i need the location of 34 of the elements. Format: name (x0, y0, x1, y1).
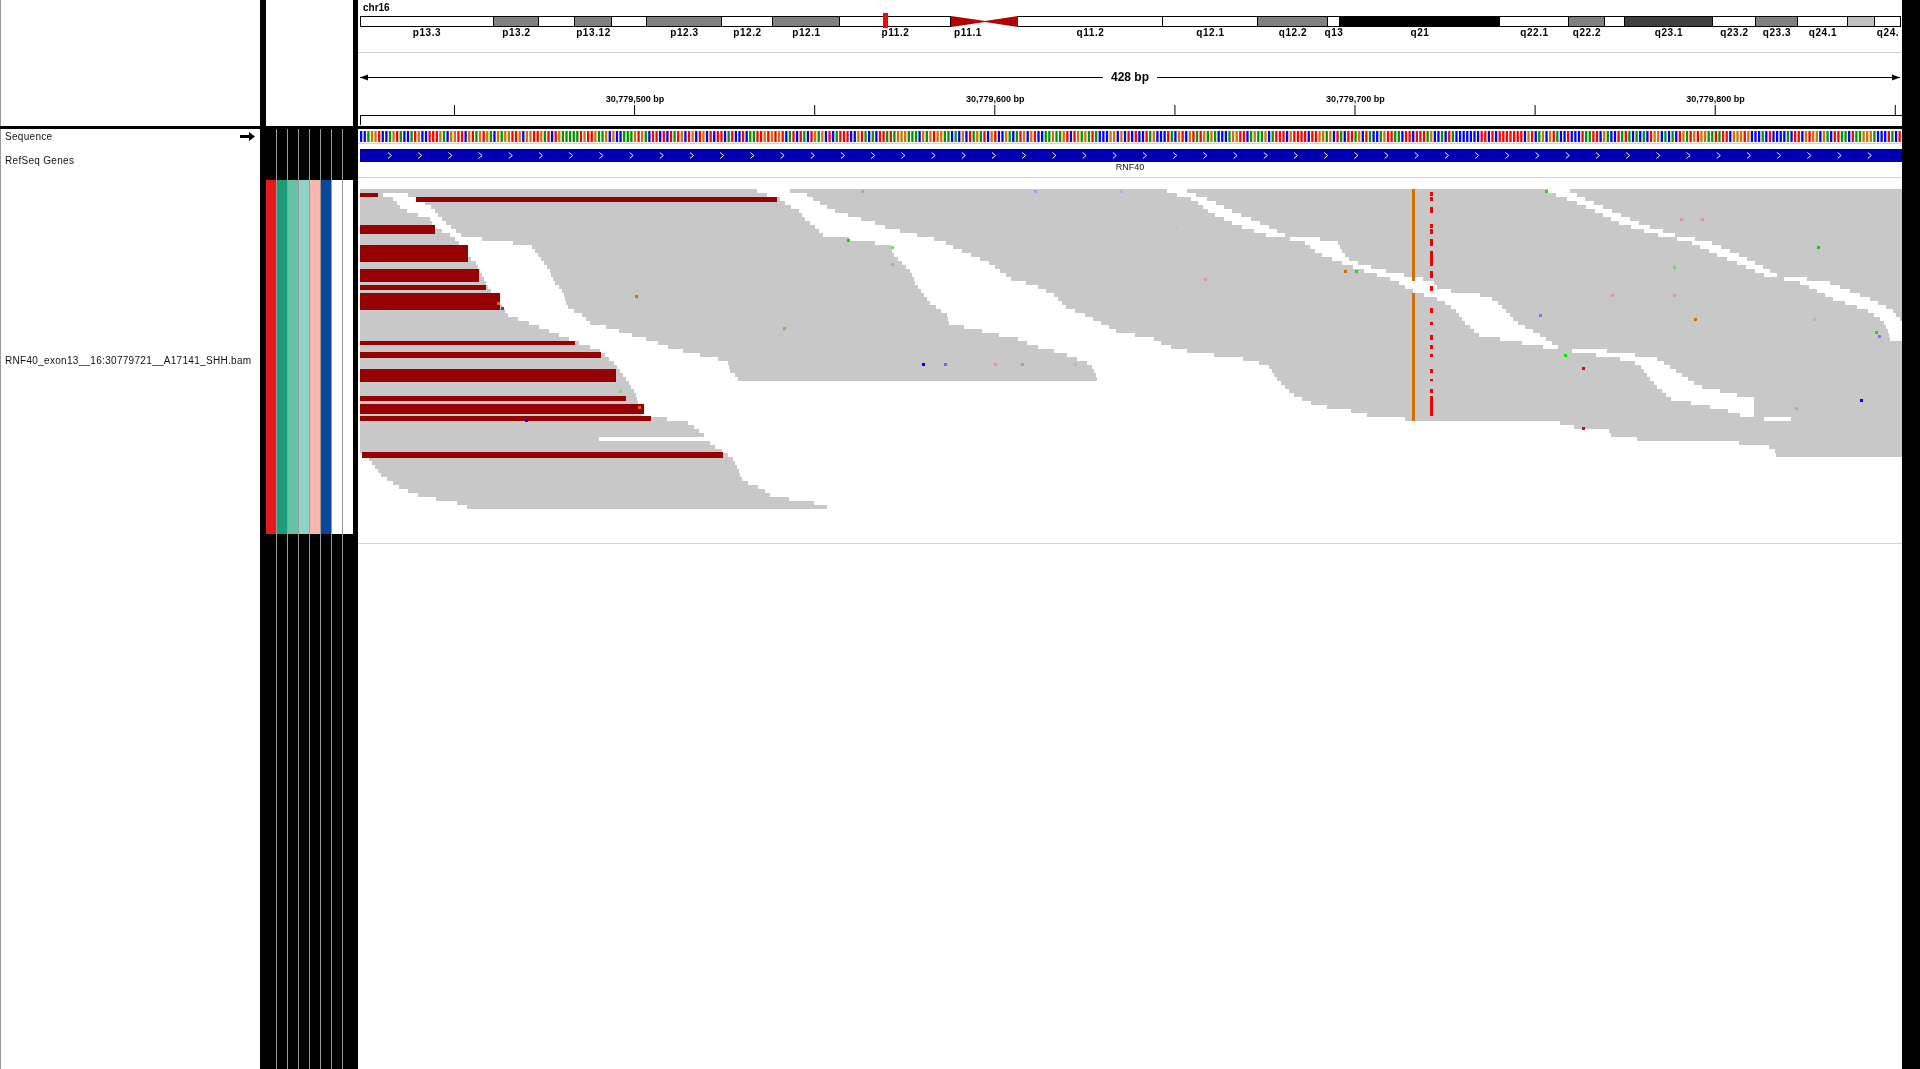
track-name[interactable]: RefSeq Genes (5, 155, 75, 167)
gene-feature-bar[interactable] (360, 149, 1902, 162)
ruler-tick-label: 30,779,700 bp (1326, 93, 1385, 105)
band-label: p13.2 (502, 28, 531, 38)
span-arrow-icon (360, 72, 1103, 82)
strand-arrow-icon[interactable] (240, 132, 255, 141)
ruler-tick-label: 30,779,800 bp (1686, 93, 1745, 105)
band-label: p11.1 (954, 28, 982, 38)
ruler-tick-label: 30,779,500 bp (605, 93, 665, 105)
band-label: q21 (1410, 28, 1430, 38)
track-name[interactable]: RNF40_exon13__16:30779721__A17141_SHH.bam (5, 355, 252, 367)
band-label: q23.1 (1654, 28, 1684, 38)
span-arrow-icon (1157, 72, 1900, 82)
band-label: q23.2 (1720, 28, 1749, 38)
band-label: p13.12 (576, 28, 611, 38)
ruler-tick-label: 30,779,600 bp (965, 93, 1025, 105)
band-label: q24.1 (1808, 28, 1838, 38)
band-label: q22.2 (1572, 28, 1602, 38)
band-label: q22.1 (1520, 28, 1549, 38)
band-label: p12.1 (792, 28, 821, 38)
span-length-label: 428 bp (1110, 70, 1150, 84)
band-label: p13.3 (412, 28, 442, 38)
band-label: q11.2 (1076, 28, 1105, 38)
band-label: p12.3 (670, 28, 699, 38)
chromosome-name: chr16 (363, 2, 390, 14)
band-label: q12.1 (1196, 28, 1225, 38)
band-label: q23.3 (1762, 28, 1792, 38)
band-label: p11.2 (881, 28, 910, 38)
band-label: q12.2 (1278, 28, 1308, 38)
band-label: q24. (1876, 28, 1900, 38)
track-name[interactable]: Sequence (5, 130, 53, 143)
gene-label: RNF40 (1115, 162, 1145, 172)
band-label: q13 (1324, 28, 1344, 38)
band-label: p12.2 (733, 28, 762, 38)
